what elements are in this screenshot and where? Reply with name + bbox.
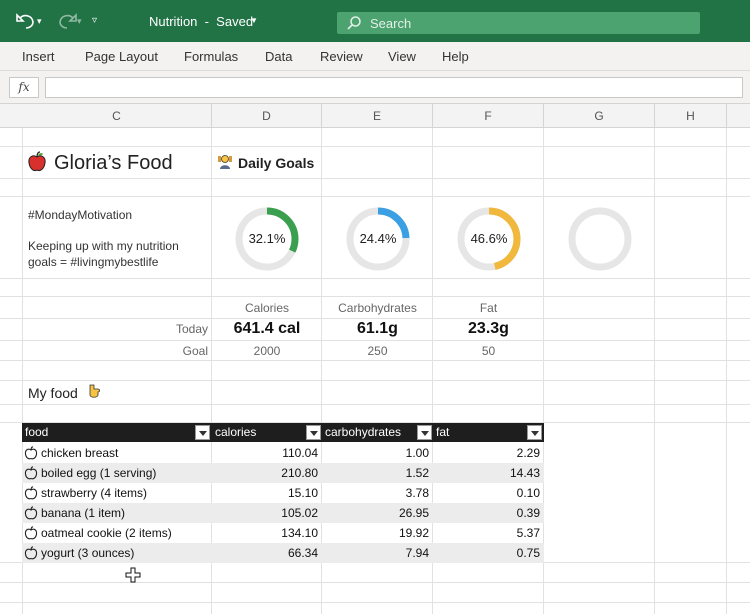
calories-percent: 32.1%: [248, 231, 286, 246]
calories-cell: 110.04: [282, 446, 318, 460]
tab-view[interactable]: View: [388, 49, 416, 64]
food-column-header: food: [25, 425, 49, 439]
hashtag-text: #MondayMotivation: [28, 208, 133, 222]
carbohydrates-cell: 1.00: [405, 446, 429, 460]
daily-goals-label: Daily Goals: [238, 155, 315, 171]
food-cell: chicken breast: [41, 446, 119, 460]
column-header-h[interactable]: H: [655, 104, 727, 128]
fat-cell: 14.43: [509, 466, 540, 480]
calories-goal: 2000: [253, 344, 281, 358]
fat-cell: 0.10: [516, 486, 540, 500]
calories-cell: 210.80: [281, 466, 318, 480]
my-food-label: My food: [28, 385, 78, 401]
carbohydrates-cell: 26.95: [398, 506, 429, 520]
table-row[interactable]: chicken breast 110.04 1.00 2.29: [22, 443, 544, 463]
note-line-2: goals = #livingmybestlife: [28, 255, 159, 269]
column-header-e[interactable]: E: [322, 104, 433, 128]
fat-cell: 0.39: [516, 506, 540, 520]
today-label: Today: [175, 322, 208, 336]
apple-outline-icon: [24, 506, 38, 520]
table-row[interactable]: yogurt (3 ounces) 66.34 7.94 0.75: [22, 543, 544, 563]
column-header-c[interactable]: C: [22, 104, 212, 128]
apple-outline-icon: [24, 446, 38, 460]
calories-today: 641.4 cal: [233, 320, 301, 337]
table-row[interactable]: strawberry (4 items) 15.10 3.78 0.10: [22, 483, 544, 503]
column-header-d[interactable]: D: [212, 104, 322, 128]
table-row[interactable]: banana (1 item) 105.02 26.95 0.39: [22, 503, 544, 523]
apple-outline-icon: [24, 486, 38, 500]
search-box[interactable]: Search: [337, 12, 700, 34]
fat-cell: 0.75: [516, 546, 540, 560]
fat-goal: 50: [481, 344, 496, 358]
food-filter-button[interactable]: [195, 425, 210, 440]
fat-percent: 46.6%: [470, 231, 508, 246]
apple-outline-icon: [24, 466, 38, 480]
tab-page-layout[interactable]: Page Layout: [85, 49, 158, 64]
carbohydrates-goal: 250: [367, 344, 388, 358]
search-icon: [347, 16, 361, 30]
title-dropdown-icon[interactable]: ▼: [250, 16, 258, 25]
apple-icon: [28, 151, 46, 172]
tab-insert[interactable]: Insert: [22, 49, 55, 64]
redo-icon[interactable]: [55, 11, 79, 31]
calories-cell: 134.10: [281, 526, 318, 540]
formula-bar: fx: [0, 71, 750, 104]
calories-cell: 105.02: [281, 506, 318, 520]
goal-label: Goal: [182, 344, 208, 358]
undo-icon[interactable]: [14, 11, 38, 31]
ring-track: [568, 207, 632, 271]
carbohydrates-header: Carbohydrates: [338, 301, 417, 315]
apple-outline-icon: [24, 526, 38, 540]
note-line-1: Keeping up with my nutrition: [28, 239, 179, 253]
carbohydrates-cell: 7.94: [405, 546, 429, 560]
food-cell: yogurt (3 ounces): [41, 546, 135, 560]
fat-today: 23.3g: [468, 320, 509, 337]
fat-filter-button[interactable]: [527, 425, 542, 440]
tab-help[interactable]: Help: [442, 49, 469, 64]
column-header-g[interactable]: G: [544, 104, 655, 128]
apple-outline-icon: [24, 546, 38, 560]
food-cell: banana (1 item): [41, 506, 126, 520]
cell-select-cursor-icon: [125, 567, 141, 583]
fat-cell: 2.29: [516, 446, 540, 460]
carbohydrates-filter-button[interactable]: [417, 425, 432, 440]
carbohydrates-cell: 1.52: [405, 466, 429, 480]
carbohydrates-percent: 24.4%: [359, 231, 397, 246]
customize-toolbar-icon[interactable]: ▿: [92, 11, 97, 31]
document-title[interactable]: Nutrition - Saved: [149, 14, 253, 29]
fat-header: Fat: [479, 301, 498, 315]
tab-data[interactable]: Data: [265, 49, 292, 64]
table-row[interactable]: boiled egg (1 serving) 210.80 1.52 14.43: [22, 463, 544, 483]
table-row[interactable]: oatmeal cookie (2 items) 134.10 19.92 5.…: [22, 523, 544, 543]
column-header-f[interactable]: F: [433, 104, 544, 128]
carbohydrates-today: 61.1g: [357, 320, 398, 337]
insert-function-button[interactable]: fx: [9, 77, 39, 98]
ribbon-tabs: Insert Page Layout Formulas Data Review …: [0, 42, 750, 71]
food-cell: oatmeal cookie (2 items): [41, 526, 172, 540]
empty-progress-ring[interactable]: [566, 205, 634, 273]
pointing-hand-icon: [89, 384, 100, 398]
carbohydrates-cell: 19.92: [398, 526, 429, 540]
food-cell: boiled egg (1 serving): [41, 466, 157, 480]
undo-dropdown-icon[interactable]: ▾: [37, 11, 42, 31]
calories-filter-button[interactable]: [306, 425, 321, 440]
title-bar: ▾ ▾ ▿ Nutrition - Saved ▼ Search: [0, 0, 750, 42]
food-cell: strawberry (4 items): [41, 486, 148, 500]
fat-cell: 5.37: [516, 526, 540, 540]
calories-cell: 66.34: [287, 546, 318, 560]
tab-review[interactable]: Review: [320, 49, 363, 64]
tab-formulas[interactable]: Formulas: [184, 49, 238, 64]
food-table-header: food calories carbohydrates fat: [22, 423, 544, 442]
sheet-title: Gloria’s Food: [54, 152, 173, 174]
person-icon: [218, 155, 232, 169]
redo-dropdown-icon[interactable]: ▾: [77, 11, 82, 31]
calories-header: Calories: [244, 301, 289, 315]
carbohydrates-cell: 3.78: [405, 486, 429, 500]
search-placeholder: Search: [370, 16, 412, 31]
formula-input[interactable]: [45, 77, 743, 98]
column-headers: C D E F G H: [0, 104, 750, 128]
calories-cell: 15.10: [287, 486, 318, 500]
